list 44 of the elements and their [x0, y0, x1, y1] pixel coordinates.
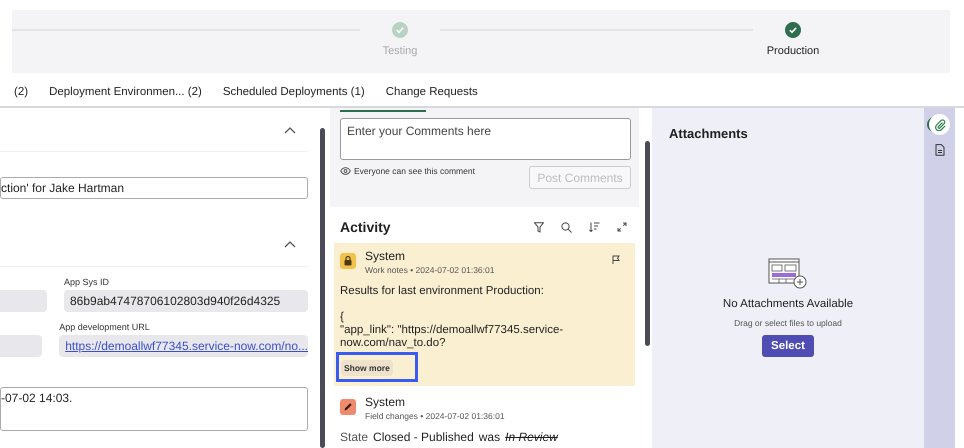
- pencil-icon: [340, 399, 356, 415]
- search-icon[interactable]: [561, 222, 572, 232]
- chevron-up-icon[interactable]: [284, 126, 296, 134]
- sort-icon[interactable]: [589, 222, 600, 232]
- step-label: Testing: [382, 45, 418, 57]
- activity-title: Activity: [340, 219, 391, 235]
- tab[interactable]: Deployment Environmen... (2): [49, 86, 202, 103]
- eye-icon: [340, 167, 351, 175]
- flag-icon[interactable]: [612, 255, 621, 264]
- lock-icon: [340, 253, 356, 269]
- readonly-field: 86b9ab47478706102803d940f26d4325: [64, 290, 308, 312]
- panel-title: Attachments: [669, 126, 749, 141]
- paperclip-icon[interactable]: [929, 114, 950, 135]
- visibility-note: Everyone can see this comment: [354, 166, 475, 176]
- filter-icon[interactable]: [534, 222, 544, 232]
- empty-attachments-icon: [768, 258, 808, 290]
- tab[interactable]: Change Requests: [386, 86, 478, 103]
- comment-field[interactable]: Enter your Comments here: [340, 118, 631, 160]
- input-field[interactable]: ction' for Jake Hartman: [0, 177, 308, 199]
- author-name: System: [365, 395, 406, 409]
- select-button[interactable]: Select: [762, 335, 814, 357]
- change-joiner: was: [478, 430, 500, 444]
- note-text: Results for last environment Production:: [340, 285, 545, 298]
- old-value: In Review: [505, 430, 558, 444]
- chevron-up-icon[interactable]: [284, 240, 296, 248]
- field-label: App development URL: [59, 322, 151, 332]
- tab[interactable]: (2): [14, 86, 28, 103]
- step-label: Production: [766, 45, 820, 57]
- scrollbar[interactable]: [320, 128, 325, 448]
- expand-icon[interactable]: [617, 222, 627, 232]
- author-name: System: [365, 249, 406, 263]
- note-text: { "app_link": "https://demoallwf77345.service-now.com/nav_to.do?: [340, 311, 564, 350]
- empty-title: No Attachments Available: [722, 298, 854, 310]
- show-more-button[interactable]: Show more: [341, 360, 393, 376]
- tab[interactable]: Scheduled Deployments (1): [222, 86, 365, 103]
- field-value: Closed - Published: [373, 430, 474, 444]
- entry-meta: Work notes • 2024-07-02 01:36:01: [365, 265, 496, 275]
- text-area[interactable]: -07-02 14:03.: [0, 387, 308, 431]
- empty-hint: Drag or select files to upload: [734, 318, 842, 328]
- url-link[interactable]: https://demoallwf77345.service-now.com/no...: [65, 339, 308, 353]
- field-name: State: [340, 430, 368, 444]
- field-label: App Sys ID: [64, 277, 110, 287]
- entry-meta: Field changes • 2024-07-02 01:36:01: [365, 411, 506, 421]
- scrollbar[interactable]: [645, 141, 650, 346]
